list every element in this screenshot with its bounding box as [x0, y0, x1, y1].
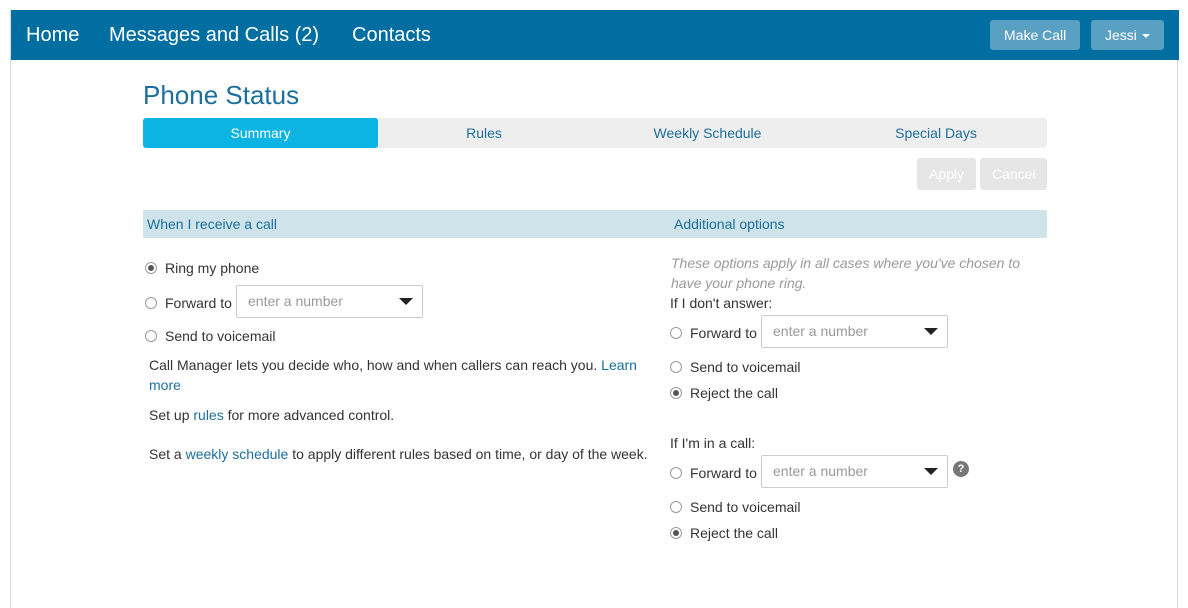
in-call-title: If I'm in a call: [670, 435, 756, 451]
info-rules-pre: Set up [149, 407, 190, 423]
radio-ring-my-phone[interactable] [145, 262, 157, 274]
additional-options-note: These options apply in all cases where y… [671, 253, 1051, 293]
section-header-bar [143, 210, 1047, 238]
dropdown-arrow-icon [924, 328, 938, 335]
no-answer-forward-option[interactable]: Forward to [670, 324, 757, 342]
forward-number-placeholder: enter a number [248, 293, 343, 309]
top-navbar: Home Messages and Calls (2) Contacts Mak… [11, 10, 1179, 60]
in-call-forward-option[interactable]: Forward to [670, 464, 757, 482]
user-menu-button[interactable]: Jessi [1091, 20, 1164, 50]
info-weekly-post: to apply different rules based on time, … [292, 446, 648, 462]
nav-messages-link[interactable]: Messages and Calls (2) [109, 22, 319, 48]
in-call-reject-option[interactable]: Reject the call [670, 524, 778, 542]
radio-in-call-voicemail[interactable] [670, 501, 682, 513]
radio-no-answer-voicemail[interactable] [670, 361, 682, 373]
in-call-voicemail-label: Send to voicemail [690, 499, 801, 515]
info-weekly-schedule: Set a weekly schedule to apply different… [149, 444, 648, 464]
tab-rules[interactable]: Rules [378, 118, 590, 148]
tab-special-days[interactable]: Special Days [825, 118, 1047, 148]
learn-more-link-cont[interactable]: more [149, 377, 181, 393]
send-to-voicemail-label: Send to voicemail [165, 328, 276, 344]
make-call-label: Make Call [1004, 27, 1067, 43]
send-to-voicemail-option[interactable]: Send to voicemail [145, 327, 276, 345]
radio-forward-to[interactable] [145, 297, 157, 309]
in-call-number-placeholder: enter a number [773, 463, 868, 479]
radio-send-to-voicemail[interactable] [145, 330, 157, 342]
no-answer-number-select[interactable]: enter a number [761, 315, 948, 348]
no-answer-voicemail-option[interactable]: Send to voicemail [670, 358, 801, 376]
in-call-reject-label: Reject the call [690, 525, 778, 541]
dropdown-arrow-icon [399, 298, 413, 305]
tab-bar: Summary Rules Weekly Schedule Special Da… [143, 118, 1047, 148]
forward-to-label: Forward to [165, 295, 232, 311]
radio-no-answer-forward[interactable] [670, 327, 682, 339]
note-line-1: These options apply in all cases where y… [671, 255, 1020, 271]
forward-to-option[interactable]: Forward to [145, 294, 232, 312]
no-answer-voicemail-label: Send to voicemail [690, 359, 801, 375]
no-answer-number-placeholder: enter a number [773, 323, 868, 339]
radio-no-answer-reject[interactable] [670, 387, 682, 399]
info-rules: Set up rules for more advanced control. [149, 405, 394, 425]
in-call-forward-label: Forward to [690, 465, 757, 481]
tab-summary[interactable]: Summary [143, 118, 378, 148]
radio-in-call-reject[interactable] [670, 527, 682, 539]
tab-weekly-schedule[interactable]: Weekly Schedule [590, 118, 825, 148]
app-frame: Home Messages and Calls (2) Contacts Mak… [10, 10, 1179, 608]
left-section-title: When I receive a call [147, 216, 277, 232]
cancel-button[interactable]: Cancel [980, 158, 1047, 190]
radio-in-call-forward[interactable] [670, 467, 682, 479]
in-call-voicemail-option[interactable]: Send to voicemail [670, 498, 801, 516]
no-answer-forward-label: Forward to [690, 325, 757, 341]
user-name: Jessi [1105, 27, 1137, 43]
info-call-manager: Call Manager lets you decide who, how an… [149, 355, 649, 395]
learn-more-link[interactable]: Learn [601, 357, 637, 373]
ring-my-phone-option[interactable]: Ring my phone [145, 259, 259, 277]
caret-down-icon [1141, 34, 1150, 39]
weekly-schedule-link[interactable]: weekly schedule [186, 446, 289, 462]
help-question-icon[interactable]: ? [953, 461, 969, 477]
nav-home-link[interactable]: Home [26, 22, 79, 48]
forward-number-select[interactable]: enter a number [236, 285, 423, 318]
no-answer-reject-option[interactable]: Reject the call [670, 384, 778, 402]
make-call-button[interactable]: Make Call [990, 20, 1081, 50]
info-call-manager-text: Call Manager lets you decide who, how an… [149, 357, 598, 373]
rules-link[interactable]: rules [193, 407, 223, 423]
page-title: Phone Status [143, 80, 300, 110]
apply-button[interactable]: Apply [917, 158, 976, 190]
dropdown-arrow-icon [924, 468, 938, 475]
note-line-2: have your phone ring. [671, 275, 807, 291]
no-answer-title: If I don't answer: [670, 295, 773, 311]
in-call-number-select[interactable]: enter a number [761, 455, 948, 488]
info-weekly-pre: Set a [149, 446, 182, 462]
info-rules-post: for more advanced control. [227, 407, 395, 423]
right-section-title: Additional options [674, 216, 785, 232]
ring-my-phone-label: Ring my phone [165, 260, 260, 276]
nav-contacts-link[interactable]: Contacts [352, 22, 431, 48]
no-answer-reject-label: Reject the call [690, 385, 778, 401]
